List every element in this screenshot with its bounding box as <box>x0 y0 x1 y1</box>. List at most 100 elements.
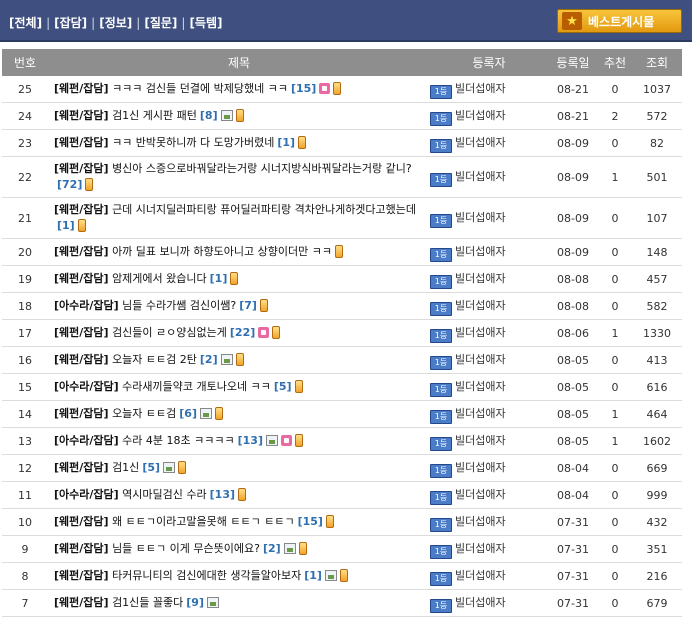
post-category[interactable]: [웨펀/잡담] <box>54 203 109 216</box>
post-title-link[interactable]: 타커뮤니티의 검신에대한 생각들알아보자 <box>112 569 301 582</box>
author-name[interactable]: 빌더섭애자 <box>455 407 506 420</box>
post-author-cell[interactable]: 1등 빌더섭애자 <box>430 535 548 563</box>
comment-count[interactable]: [2] <box>200 353 218 366</box>
post-title-link[interactable]: 근데 시너지딜러파티랑 퓨어딜러파티랑 격차안나게하겟다고했는데 <box>112 203 416 216</box>
post-title-cell[interactable]: [웨펀/잡담] ㅋㅋ 반박못하니까 다 도망가버렸네 [1] <box>48 129 430 157</box>
post-title-cell[interactable]: [웨펀/잡담] 아까 딜표 보니까 하향도아니고 상향이더만 ㅋㅋ <box>48 238 430 266</box>
post-title-cell[interactable]: [웨펀/잡담] 타커뮤니티의 검신에대한 생각들알아보자 [1] <box>48 562 430 590</box>
post-author-cell[interactable]: 1등 빌더섭애자 <box>430 129 548 157</box>
comment-count[interactable]: [2] <box>263 542 281 555</box>
post-title-cell[interactable]: [웨펀/잡담] 님들 ㅌㅌㄱ 이게 무슨뜻이에요? [2] <box>48 535 430 563</box>
comment-count[interactable]: [5] <box>142 461 160 474</box>
post-title-cell[interactable]: [웨펀/잡담] ㅋㅋㅋ 검신들 던결에 박제당했네 ㅋㅋ [15] <box>48 76 430 103</box>
post-title-link[interactable]: 검1신 <box>112 461 139 474</box>
post-author-cell[interactable]: 1등 빌더섭애자 <box>430 481 548 509</box>
post-author-cell[interactable]: 1등 빌더섭애자 <box>430 319 548 347</box>
author-name[interactable]: 빌더섭애자 <box>455 488 506 501</box>
post-category[interactable]: [웨펀/잡담] <box>54 245 109 258</box>
post-author-cell[interactable]: 1등 빌더섭애자 <box>430 156 548 198</box>
post-author-cell[interactable]: 1등 빌더섭애자 <box>430 197 548 239</box>
post-title-cell[interactable]: [웨펀/잡담] 암제게에서 왔습니다 [1] <box>48 265 430 293</box>
comment-count[interactable]: [15] <box>298 515 323 528</box>
category-link[interactable]: [정보] <box>99 16 132 30</box>
author-name[interactable]: 빌더섭애자 <box>455 542 506 555</box>
author-name[interactable]: 빌더섭애자 <box>455 245 506 258</box>
post-author-cell[interactable]: 1등 빌더섭애자 <box>430 76 548 103</box>
comment-count[interactable]: [1] <box>210 272 228 285</box>
author-name[interactable]: 빌더섭애자 <box>455 515 506 528</box>
category-link[interactable]: [전체] <box>9 16 42 30</box>
post-category[interactable]: [웨펀/잡담] <box>54 596 109 609</box>
post-title-link[interactable]: 역시마딜검신 수라 <box>122 488 206 501</box>
post-author-cell[interactable]: 1등 빌더섭애자 <box>430 265 548 293</box>
post-title-link[interactable]: 님들 수라가쌤 검신이쌤? <box>122 299 236 312</box>
post-category[interactable]: [웨펀/잡담] <box>54 272 109 285</box>
comment-count[interactable]: [15] <box>291 82 316 95</box>
post-title-cell[interactable]: [웨펀/잡담] 검1신들 꼴좋다 [9] <box>48 589 430 617</box>
author-name[interactable]: 빌더섭애자 <box>455 136 506 149</box>
post-title-link[interactable]: 오늘자 ㅌㅌ검 <box>112 407 176 420</box>
comment-count[interactable]: [72] <box>57 178 82 191</box>
post-author-cell[interactable]: 1등 빌더섭애자 <box>430 400 548 428</box>
comment-count[interactable]: [1] <box>304 569 322 582</box>
post-category[interactable]: [웨펀/잡담] <box>54 136 109 149</box>
author-name[interactable]: 빌더섭애자 <box>455 434 506 447</box>
post-author-cell[interactable]: 1등 빌더섭애자 <box>430 427 548 455</box>
post-title-cell[interactable]: [웨펀/잡담] 병신아 스증으로바꿔달라는거랑 시너지방식바꿔달라는거랑 같니?… <box>48 156 430 198</box>
post-title-cell[interactable]: [웨펀/잡담] 오늘자 ㅌㅌ검 2탄 [2] <box>48 346 430 374</box>
post-category[interactable]: [웨펀/잡담] <box>54 353 109 366</box>
author-name[interactable]: 빌더섭애자 <box>455 353 506 366</box>
post-author-cell[interactable]: 1등 빌더섭애자 <box>430 238 548 266</box>
comment-count[interactable]: [1] <box>57 219 75 232</box>
post-category[interactable]: [웨펀/잡담] <box>54 461 109 474</box>
author-name[interactable]: 빌더섭애자 <box>455 109 506 122</box>
comment-count[interactable]: [13] <box>238 434 263 447</box>
author-name[interactable]: 빌더섭애자 <box>455 272 506 285</box>
post-category[interactable]: [웨펀/잡담] <box>54 326 109 339</box>
comment-count[interactable]: [9] <box>186 596 204 609</box>
post-category[interactable]: [웨펀/잡담] <box>54 515 109 528</box>
post-title-link[interactable]: ㅋㅋㅋ 검신들 던결에 박제당했네 ㅋㅋ <box>112 82 288 95</box>
post-title-cell[interactable]: [웨펀/잡담] 검신들이 ㄹㅇ양심없는게 [22] <box>48 319 430 347</box>
post-category[interactable]: [아수라/잡담] <box>54 434 119 447</box>
post-title-cell[interactable]: [웨펀/잡담] 오늘자 ㅌㅌ검 [6] <box>48 400 430 428</box>
post-title-link[interactable]: 아까 딜표 보니까 하향도아니고 상향이더만 ㅋㅋ <box>112 245 332 258</box>
post-category[interactable]: [아수라/잡담] <box>54 380 119 393</box>
post-title-link[interactable]: 님들 ㅌㅌㄱ 이게 무슨뜻이에요? <box>112 542 260 555</box>
author-name[interactable]: 빌더섭애자 <box>455 82 506 95</box>
post-category[interactable]: [웨펀/잡담] <box>54 542 109 555</box>
post-title-cell[interactable]: [웨펀/잡담] 왜 ㅌㅌㄱ이라고말을못해 ㅌㅌㄱ ㅌㅌㄱ [15] <box>48 508 430 536</box>
post-author-cell[interactable]: 1등 빌더섭애자 <box>430 346 548 374</box>
post-author-cell[interactable]: 1등 빌더섭애자 <box>430 373 548 401</box>
post-author-cell[interactable]: 1등 빌더섭애자 <box>430 102 548 130</box>
post-title-cell[interactable]: [아수라/잡담] 수라 4분 18초 ㅋㅋㅋㅋ [13] <box>48 427 430 455</box>
post-title-cell[interactable]: [웨펀/잡담] 검1신 게시판 패턴 [8] <box>48 102 430 130</box>
author-name[interactable]: 빌더섭애자 <box>455 569 506 582</box>
post-category[interactable]: [웨펀/잡담] <box>54 162 109 175</box>
post-title-cell[interactable]: [아수라/잡담] 님들 수라가쌤 검신이쌤? [7] <box>48 292 430 320</box>
post-title-link[interactable]: 왜 ㅌㅌㄱ이라고말을못해 ㅌㅌㄱ ㅌㅌㄱ <box>112 515 295 528</box>
post-title-cell[interactable]: [웨펀/잡담] 근데 시너지딜러파티랑 퓨어딜러파티랑 격차안나게하겟다고했는데… <box>48 197 430 239</box>
post-title-link[interactable]: 검신들이 ㄹㅇ양심없는게 <box>112 326 227 339</box>
comment-count[interactable]: [5] <box>274 380 292 393</box>
post-title-link[interactable]: ㅋㅋ 반박못하니까 다 도망가버렸네 <box>112 136 274 149</box>
category-link[interactable]: [득템] <box>189 16 222 30</box>
comment-count[interactable]: [1] <box>277 136 295 149</box>
author-name[interactable]: 빌더섭애자 <box>455 170 506 183</box>
post-title-link[interactable]: 검1신들 꼴좋다 <box>112 596 183 609</box>
post-category[interactable]: [웨펀/잡담] <box>54 569 109 582</box>
post-category[interactable]: [웨펀/잡담] <box>54 407 109 420</box>
author-name[interactable]: 빌더섭애자 <box>455 461 506 474</box>
post-author-cell[interactable]: 1등 빌더섭애자 <box>430 454 548 482</box>
post-title-link[interactable]: 수라새끼들약코 개토나오네 ㅋㅋ <box>122 380 271 393</box>
post-title-link[interactable]: 검1신 게시판 패턴 <box>112 109 197 122</box>
post-category[interactable]: [아수라/잡담] <box>54 299 119 312</box>
author-name[interactable]: 빌더섭애자 <box>455 596 506 609</box>
post-title-link[interactable]: 병신아 스증으로바꿔달라는거랑 시너지방식바꿔달라는거랑 같니? <box>112 162 412 175</box>
category-link[interactable]: [질문] <box>144 16 177 30</box>
comment-count[interactable]: [8] <box>200 109 218 122</box>
comment-count[interactable]: [7] <box>239 299 257 312</box>
author-name[interactable]: 빌더섭애자 <box>455 211 506 224</box>
post-title-cell[interactable]: [아수라/잡담] 역시마딜검신 수라 [13] <box>48 481 430 509</box>
post-category[interactable]: [아수라/잡담] <box>54 488 119 501</box>
